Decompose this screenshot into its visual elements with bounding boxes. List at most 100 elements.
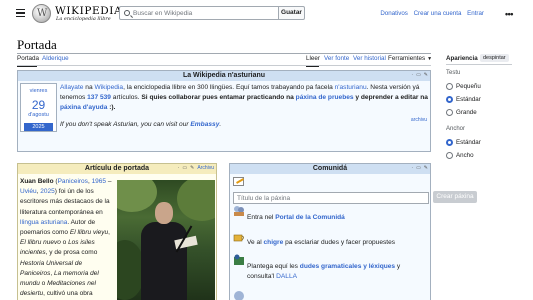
talk-icon[interactable]: ▭ [182,165,187,171]
radio-label: Ancho [456,152,474,159]
foliage [177,180,215,221]
featured-archive-link[interactable]: Archivu [197,165,214,171]
date-year[interactable]: 2025 [24,123,53,131]
english-notice: If you don't speak Asturian, you can vis… [60,121,221,128]
uvieu-link[interactable]: Uviéu [20,188,37,195]
radio-selected-icon [446,96,453,103]
view-icon[interactable]: · [411,72,413,78]
tools-label: Ferramientes [388,55,426,62]
text: artículos. [110,94,142,101]
tab-lleer[interactable]: Lleer [306,55,320,62]
text-size-large-radio[interactable]: Grande [446,109,506,118]
community-item-text: Entra nel Portal de la Comunidá [247,213,429,223]
community-portal-link[interactable]: Portal de la Comunidá [275,214,345,221]
dalla-link[interactable]: DALLA [276,273,297,280]
text-size-heading: Testu [446,70,461,76]
width-wide-radio[interactable]: Ancho [446,152,506,161]
personal-tools: Donativos Crear una cuenta Entrar [376,10,484,17]
page-title-input[interactable]: Títulu de la páxina [233,192,429,204]
login-link[interactable]: Entrar [467,10,484,17]
foliage [117,180,157,212]
date-card: vienres 29 d'agostu 2025 [20,83,57,132]
width-standard-radio[interactable]: Estándar [446,139,506,148]
community-portal-icon [233,205,245,217]
donate-link[interactable]: Donativos [380,10,408,17]
text-size-standard-radio[interactable]: Estándar [446,96,506,105]
date-month[interactable]: d'agostu [21,112,56,118]
view-icon[interactable]: · [178,165,180,171]
wikipedia-globe-logo[interactable] [32,4,51,23]
asturianu-link[interactable]: n'asturianu [335,84,367,91]
talk-icon[interactable]: ▭ [416,165,421,171]
article-count-link[interactable]: 137 539 [87,94,111,101]
page-title: Portada [17,37,57,52]
box-tools: · ▭ ✎ [408,165,428,171]
allayate-link[interactable]: Allayate [60,84,83,91]
talk-icon[interactable]: ▭ [416,72,421,78]
welcome-archive-link[interactable]: archivu [411,117,427,123]
embassy-link[interactable]: Embassy [190,121,219,128]
year-link[interactable]: 1965 [92,178,106,185]
text: na [83,84,95,91]
edit-icon[interactable]: ✎ [190,165,194,171]
community-title: Comunidá [230,164,430,174]
date-day[interactable]: 29 [21,98,56,112]
radio-icon [446,152,453,159]
tab-alderique[interactable]: Alderique [42,55,69,62]
view-icon[interactable]: · [411,165,413,171]
text: Entra nel [247,214,276,221]
help-page-link[interactable]: páxina d'ayuda [60,104,107,111]
year-link[interactable]: 2025 [40,188,54,195]
community-title-text: Comunidá [312,165,348,172]
tab-portada[interactable]: Portada [17,55,39,62]
text-size-small-radio[interactable]: Pequeñu [446,83,506,92]
grammar-doubts-link[interactable]: dudes gramaticales y léxiques [300,263,395,270]
featured-article-text: Xuan Bello (Paniceiros, 1965 – Uviéu, 20… [20,178,112,298]
date-weekday[interactable]: vienres [21,88,56,94]
radio-icon [446,109,453,116]
appearance-heading: Apariencia [446,55,478,62]
wikipedia-link[interactable]: Wikipedia [94,84,123,91]
featured-article-box: Artículu de portada · ▭ ✎ Archivu Xuan Bell… [17,163,217,300]
edit-icon[interactable]: ✎ [424,165,428,171]
tab-ver-fonte[interactable]: Ver fonte [324,55,349,62]
welcome-box: La Wikipedia n'asturianu · ▭ ✎ vienres 29 … [17,70,431,152]
radio-label: Grande [456,109,477,116]
text: pa esclariar dudes y facer propuestes [283,239,396,246]
create-page-button[interactable]: Crear páxina [433,191,477,203]
tagline: La enciclopedia llibre [56,16,111,22]
create-account-link[interactable]: Crear una cuenta [414,10,462,17]
pencil-icon [233,177,244,186]
title-divider [17,53,431,54]
search-box[interactable]: Buscar en Wikipedia [119,6,279,20]
more-options-icon[interactable]: ••• [505,9,513,19]
asturian-language-link[interactable]: llingua asturiana [20,219,67,226]
tools-menu[interactable]: Ferramientes ▼ [388,55,432,62]
search-input[interactable]: Buscar en Wikipedia [133,10,192,17]
width-heading: Anchor [446,126,466,132]
search-button[interactable]: Guatar [278,6,305,20]
sandbox-link[interactable]: páxina de pruebes [296,94,354,101]
radio-label: Estándar [456,139,481,146]
person-head [155,202,173,224]
text: , cultivó una obra [43,290,93,298]
paniceiros-link[interactable]: Paniceiros [58,178,88,185]
hide-appearance-button[interactable]: despintar [480,54,509,62]
tab-ver-historial[interactable]: Ver historial [353,55,386,62]
main-menu-icon[interactable] [16,9,25,17]
text: If you don't speak Asturian, you can vis… [60,121,191,128]
sidebar-divider [446,64,512,65]
tabs-divider [17,65,431,66]
welcome-text: Allayate na Wikipedia, la enciclopedia l… [60,83,430,113]
book-title: El llibru vieyu [69,229,109,237]
text: :). [107,104,116,111]
community-item-text: Ve al chigre pa esclariar dudes y facer … [247,238,429,248]
featured-photo[interactable] [117,180,215,300]
community-box: Comunidá · ▭ ✎ Títulu de la páxina Entra n… [229,163,431,300]
community-more-icon [233,290,245,300]
chigre-link[interactable]: chigre [264,239,284,246]
box-tools: · ▭ ✎ Archivu [175,165,214,171]
chigre-icon [233,230,245,242]
edit-icon[interactable]: ✎ [424,72,428,78]
radio-icon [446,83,453,90]
